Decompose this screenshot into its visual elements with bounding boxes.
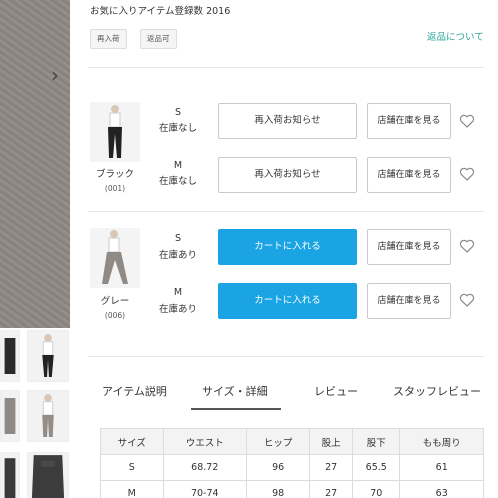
table-header-cell: 股上	[309, 428, 354, 455]
size-label: M	[173, 287, 183, 298]
divider	[88, 356, 484, 357]
favorite-count: お気に入りアイテム登録数 2016	[90, 6, 231, 17]
tab-item-description[interactable]: アイテム説明	[102, 383, 167, 399]
size-label: M	[173, 160, 183, 171]
favorite-heart-icon[interactable]	[459, 238, 475, 254]
table-cell: 70-74	[162, 480, 248, 498]
store-stock-button[interactable]: 店舗在庫を見る	[367, 157, 451, 193]
table-cell: 63	[399, 480, 484, 498]
tab-size-details[interactable]: サイズ・詳細	[202, 383, 268, 399]
table-cell: 96	[246, 454, 311, 481]
tab-staff-reviews[interactable]: スタッフレビュー	[393, 383, 481, 399]
store-stock-button[interactable]: 店舗在庫を見る	[367, 229, 451, 265]
tag-returnable: 返品可	[140, 29, 177, 49]
gallery-thumbnail[interactable]	[0, 452, 20, 498]
store-stock-button[interactable]: 店舗在庫を見る	[367, 283, 451, 319]
return-policy-link[interactable]: 返品について	[427, 29, 484, 43]
table-cell: M	[100, 480, 164, 498]
table-row: S 68.72 96 27 65.5 61	[100, 454, 484, 481]
table-cell: 61	[399, 454, 484, 481]
tag-restock: 再入荷	[90, 29, 127, 49]
gallery-thumbnail[interactable]	[0, 390, 20, 442]
gallery-thumbnail[interactable]	[0, 330, 20, 382]
stock-status: 在庫なし	[158, 176, 197, 187]
color-name: ブラック	[95, 169, 134, 180]
color-swatch-image[interactable]	[90, 102, 140, 162]
main-product-image[interactable]: ›	[0, 0, 70, 328]
table-header-cell: サイズ	[100, 428, 164, 455]
color-name: グレー	[100, 296, 130, 307]
stock-status: 在庫なし	[158, 123, 197, 134]
stock-status: 在庫あり	[158, 250, 197, 261]
product-panel: お気に入りアイテム登録数 2016 再入荷 返品可 返品について ブラック (0…	[88, 0, 498, 498]
add-to-cart-button[interactable]: カートに入れる	[218, 229, 357, 265]
table-cell: 68.72	[162, 454, 248, 481]
size-label: S	[174, 107, 182, 118]
store-stock-button[interactable]: 店舗在庫を見る	[367, 103, 451, 139]
table-cell: 65.5	[352, 454, 401, 481]
favorite-heart-icon[interactable]	[459, 166, 475, 182]
table-header-cell: ヒップ	[246, 428, 311, 455]
table-header-cell: もも周り	[399, 428, 484, 455]
restock-notify-button[interactable]: 再入荷お知らせ	[218, 157, 357, 193]
gallery-thumbnail[interactable]	[27, 330, 69, 382]
color-swatch-image[interactable]	[90, 228, 140, 288]
table-cell: 70	[352, 480, 401, 498]
table-cell: 98	[246, 480, 311, 498]
restock-notify-button[interactable]: 再入荷お知らせ	[218, 103, 357, 139]
divider	[88, 67, 484, 68]
tab-reviews[interactable]: レビュー	[314, 383, 358, 399]
table-cell: 27	[309, 480, 354, 498]
table-header-cell: 股下	[352, 428, 401, 455]
next-image-arrow[interactable]: ›	[46, 64, 64, 86]
add-to-cart-button[interactable]: カートに入れる	[218, 283, 357, 319]
active-tab-indicator	[191, 408, 281, 410]
size-table: サイズ ウエスト ヒップ 股上 股下 もも周り S 68.72 96 27 65…	[100, 428, 484, 498]
color-code: (006)	[104, 311, 126, 320]
favorite-heart-icon[interactable]	[459, 292, 475, 308]
table-header-row: サイズ ウエスト ヒップ 股上 股下 もも周り	[100, 428, 484, 455]
color-code: (001)	[104, 184, 126, 193]
table-row: M 70-74 98 27 70 63	[100, 480, 484, 498]
stock-status: 在庫あり	[158, 304, 197, 315]
divider	[88, 211, 484, 212]
table-cell: 27	[309, 454, 354, 481]
favorite-heart-icon[interactable]	[459, 113, 475, 129]
size-label: S	[174, 233, 182, 244]
gallery-thumbnail[interactable]	[27, 390, 69, 442]
table-cell: S	[100, 454, 164, 481]
table-header-cell: ウエスト	[162, 428, 248, 455]
gallery-thumbnail[interactable]	[27, 452, 69, 498]
